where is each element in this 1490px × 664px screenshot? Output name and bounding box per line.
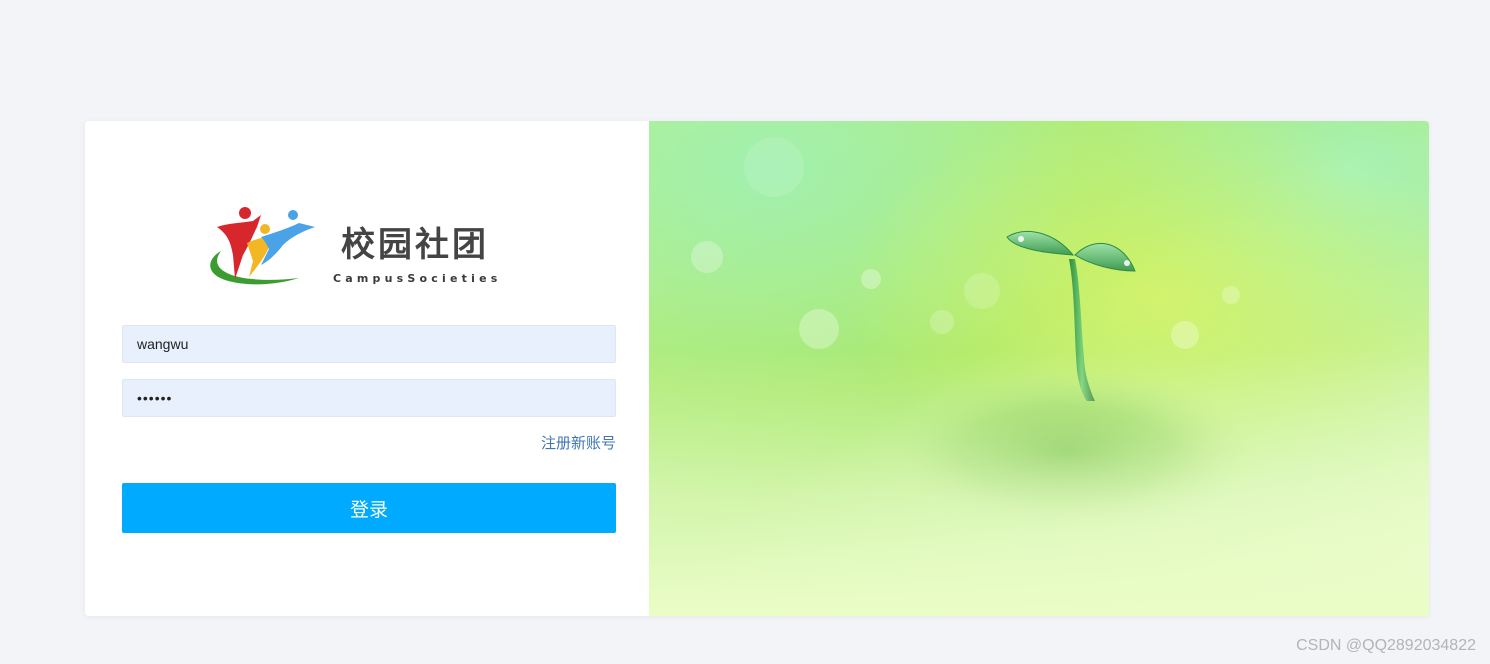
campus-societies-logo: 校园社团 CampusSocieties [203,201,513,293]
login-button[interactable]: 登录 [122,483,616,533]
logo-title: 校园社团 [341,225,489,265]
register-new-account-link[interactable]: 注册新账号 [541,433,616,453]
seedling-hero-image [649,121,1429,616]
login-card: 校园社团 CampusSocieties 注册新账号 登录 [85,121,1429,616]
logo-subtitle: CampusSocieties [333,272,502,285]
login-form-panel: 校园社团 CampusSocieties 注册新账号 登录 [85,121,649,616]
password-input[interactable] [122,379,616,417]
username-input[interactable] [122,325,616,363]
logo-figures-icon [210,207,315,285]
csdn-watermark: CSDN @QQ2892034822 [1296,637,1476,654]
seedling-sprout-icon [649,121,1429,616]
